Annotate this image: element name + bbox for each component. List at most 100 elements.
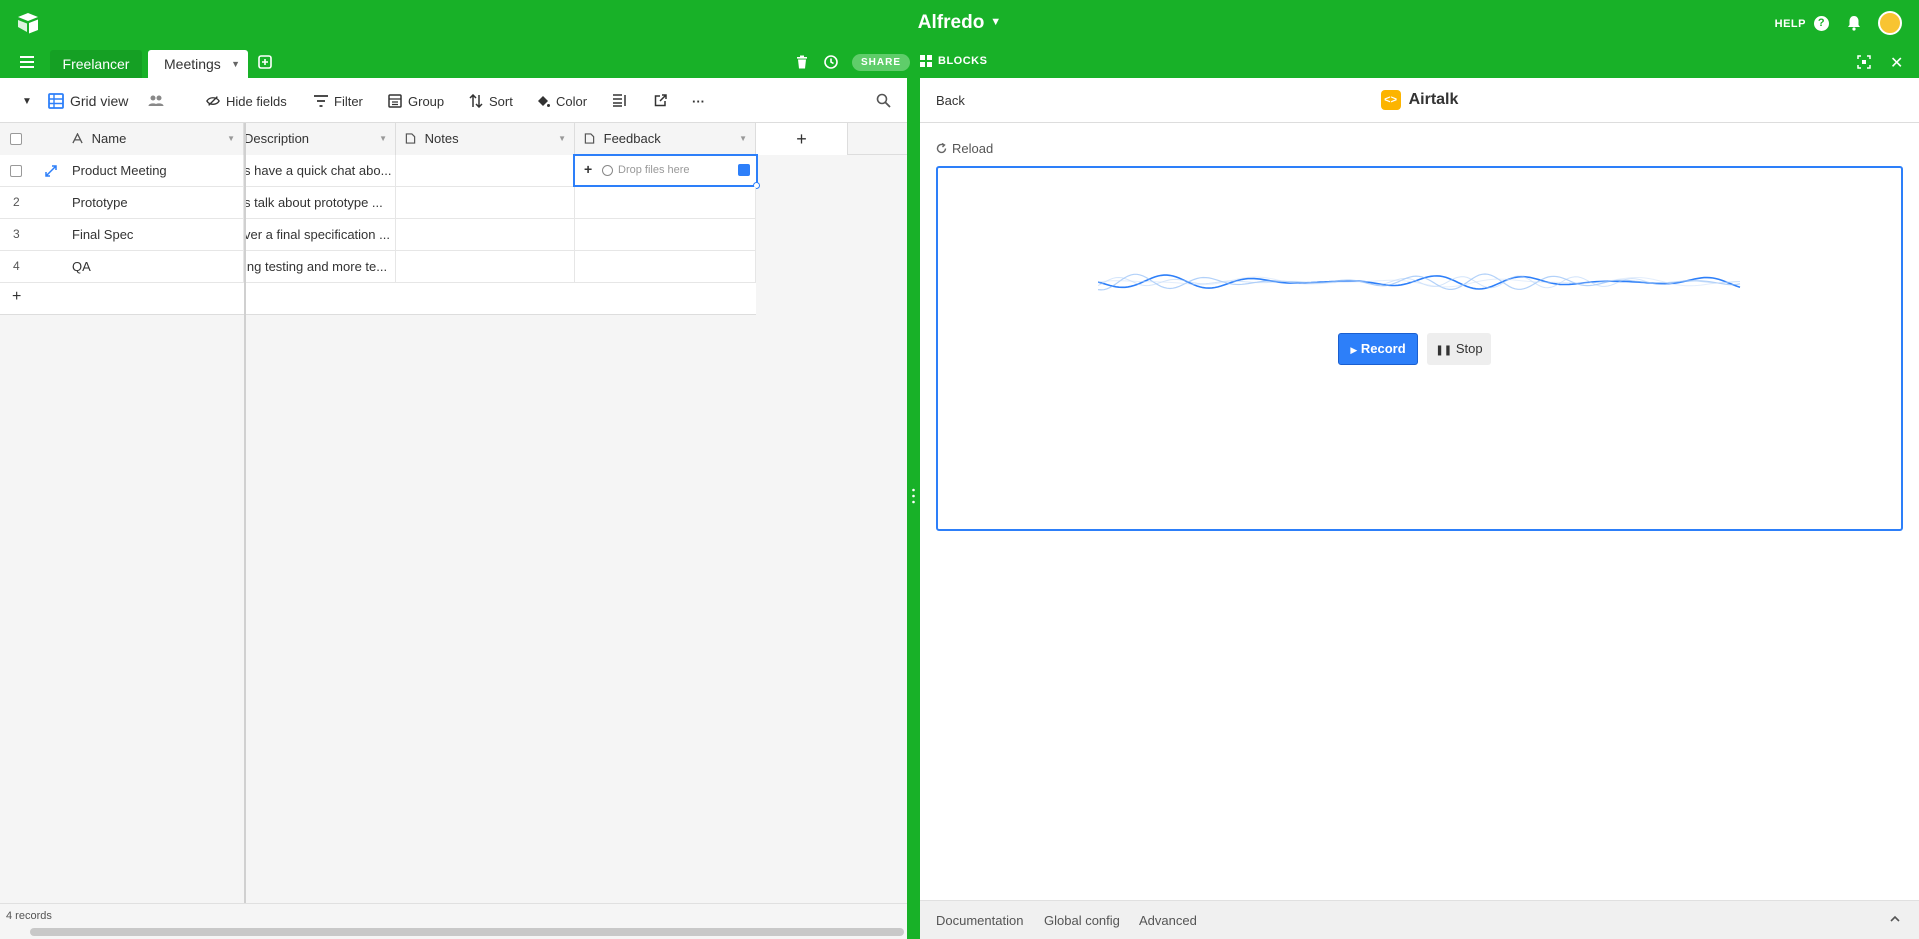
- chevron-up-icon[interactable]: [1889, 913, 1901, 925]
- table-row[interactable]: 2 Prototype s talk about prototype ...: [0, 187, 756, 219]
- name-cell[interactable]: Prototype: [40, 187, 244, 219]
- view-toolbar: ▼ Grid view Hide fields Filter Group Sor…: [0, 78, 907, 123]
- base-name-dropdown[interactable]: Alfredo ▼: [0, 12, 1919, 34]
- table-row[interactable]: 4 QA ing testing and more te...: [0, 251, 756, 283]
- drag-handle-icon[interactable]: [912, 488, 915, 504]
- column-header-notes[interactable]: Notes ▼: [396, 123, 575, 155]
- color-button[interactable]: Color: [536, 91, 587, 111]
- caret-down-icon[interactable]: ▼: [379, 123, 387, 155]
- help-label: HELP: [1774, 17, 1806, 30]
- row-checkbox[interactable]: [10, 165, 22, 177]
- column-header-feedback[interactable]: Feedback ▼: [575, 123, 756, 155]
- color-icon: [538, 96, 550, 107]
- add-row-icon: +: [12, 288, 22, 305]
- column-header-description[interactable]: Description ▼: [244, 123, 396, 155]
- reload-button[interactable]: Reload: [936, 141, 993, 156]
- reload-label: Reload: [952, 141, 994, 156]
- play-icon: ▶: [1350, 345, 1358, 355]
- select-all-checkbox[interactable]: [10, 133, 22, 145]
- caret-down-icon[interactable]: ▼: [739, 123, 747, 155]
- panel-resize-divider[interactable]: [907, 78, 920, 939]
- filter-button[interactable]: Filter: [314, 91, 363, 111]
- caret-down-icon: ▼: [990, 16, 1002, 28]
- table-row[interactable]: 3 Final Spec ver a final specification .…: [0, 219, 756, 251]
- group-icon: [388, 94, 402, 108]
- hide-fields-icon: [206, 96, 220, 106]
- notes-cell[interactable]: [396, 155, 575, 187]
- view-switcher[interactable]: Grid view: [48, 91, 128, 111]
- stop-button[interactable]: ❚❚ Stop: [1427, 333, 1491, 365]
- description-cell[interactable]: ver a final specification ...: [244, 219, 396, 251]
- group-button[interactable]: Group: [388, 91, 444, 111]
- sort-icon: [469, 94, 483, 108]
- block-panel: Back <> Airtalk Reload ▶ Record ❚❚ Stop …: [920, 78, 1919, 939]
- add-row-button[interactable]: +: [0, 283, 756, 315]
- table-row[interactable]: Product Meeting s have a quick chat abo.…: [0, 154, 760, 189]
- expand-cell-icon[interactable]: [738, 164, 750, 176]
- bell-icon[interactable]: [1845, 14, 1863, 32]
- group-label: Group: [408, 93, 445, 109]
- tab-meetings[interactable]: Meetings ▼: [148, 50, 248, 78]
- add-table-icon[interactable]: [258, 55, 272, 69]
- record-button[interactable]: ▶ Record: [1338, 333, 1418, 365]
- column-headers: Name ▼ Description ▼ Notes ▼ Feedback ▼ …: [0, 123, 907, 155]
- column-name-label: Name: [91, 131, 127, 146]
- more-button[interactable]: ···: [692, 91, 705, 111]
- share-button[interactable]: SHARE: [852, 54, 910, 71]
- advanced-link[interactable]: Advanced: [1139, 913, 1197, 928]
- description-cell[interactable]: s have a quick chat abo...: [244, 155, 396, 187]
- caret-down-icon[interactable]: ▼: [558, 123, 566, 155]
- global-config-link[interactable]: Global config: [1044, 913, 1120, 928]
- help-icon: ?: [1814, 16, 1829, 31]
- avatar[interactable]: [1878, 11, 1902, 35]
- caret-down-icon: ▼: [22, 95, 32, 107]
- add-column-button[interactable]: +: [756, 123, 848, 155]
- grid-footer: 4 records: [0, 903, 907, 939]
- name-cell[interactable]: Product Meeting: [40, 155, 244, 187]
- row-height-icon[interactable]: [613, 94, 627, 107]
- notes-cell[interactable]: [396, 251, 575, 283]
- caret-down-icon[interactable]: ▼: [231, 50, 240, 78]
- description-cell[interactable]: s talk about prototype ...: [244, 187, 396, 219]
- drop-files-placeholder: Drop files here: [618, 164, 690, 176]
- documentation-link[interactable]: Documentation: [936, 913, 1023, 928]
- notes-cell[interactable]: [396, 187, 575, 219]
- feedback-cell-selected[interactable]: + Drop files here: [573, 154, 760, 189]
- name-cell[interactable]: Final Spec: [40, 219, 244, 251]
- people-icon[interactable]: [148, 94, 164, 107]
- view-name: Grid view: [70, 93, 129, 109]
- row-number: [0, 155, 40, 187]
- feedback-cell[interactable]: [575, 187, 756, 219]
- views-toggle[interactable]: ▼: [22, 91, 32, 111]
- feedback-cell[interactable]: [575, 219, 756, 251]
- menu-icon[interactable]: [20, 56, 34, 68]
- block-header: Back <> Airtalk: [920, 78, 1919, 123]
- row-number: 4: [13, 259, 20, 273]
- search-icon[interactable]: [876, 93, 891, 108]
- attachment-icon: [584, 133, 595, 144]
- hide-fields-label: Hide fields: [226, 93, 287, 109]
- history-icon[interactable]: [823, 54, 839, 70]
- hide-fields-button[interactable]: Hide fields: [206, 91, 287, 111]
- feedback-cell[interactable]: [575, 251, 756, 283]
- filter-icon: [314, 95, 328, 107]
- close-icon[interactable]: ✕: [1890, 53, 1903, 73]
- notes-cell[interactable]: [396, 219, 575, 251]
- fullscreen-icon[interactable]: [1857, 55, 1871, 69]
- name-cell[interactable]: QA: [40, 251, 244, 283]
- description-cell[interactable]: ing testing and more te...: [244, 251, 396, 283]
- audio-waveform: [1098, 273, 1741, 291]
- trash-icon[interactable]: [796, 55, 808, 69]
- column-header-name[interactable]: Name ▼: [40, 123, 244, 155]
- color-label: Color: [556, 93, 588, 109]
- reload-icon: [936, 143, 947, 154]
- stop-label: Stop: [1455, 341, 1483, 356]
- tab-freelancer[interactable]: Freelancer: [50, 50, 142, 78]
- column-description-label: Description: [244, 131, 310, 146]
- sort-button[interactable]: Sort: [469, 91, 513, 111]
- horizontal-scrollbar[interactable]: [30, 928, 904, 936]
- share-view-icon[interactable]: [654, 94, 667, 107]
- help-button[interactable]: HELP ?: [1775, 16, 1829, 31]
- caret-down-icon[interactable]: ▼: [227, 123, 235, 155]
- add-attachment-button[interactable]: +: [584, 161, 592, 177]
